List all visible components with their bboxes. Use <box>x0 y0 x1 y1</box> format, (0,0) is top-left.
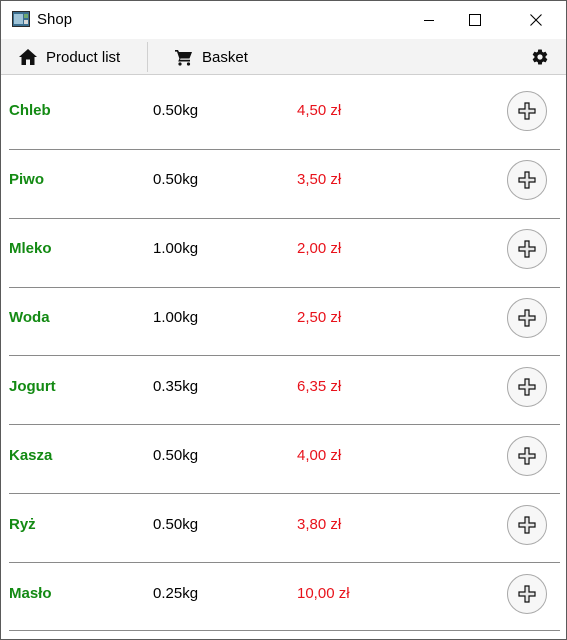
plus-icon <box>518 378 536 396</box>
row-divider <box>9 630 560 631</box>
product-price: 3,80 zł <box>297 516 342 533</box>
plus-icon <box>518 240 536 258</box>
close-button[interactable] <box>513 1 559 39</box>
settings-button[interactable] <box>529 46 551 68</box>
product-price: 3,50 zł <box>297 171 342 188</box>
product-row: Kasza 0.50kg 4,00 zł <box>1 420 566 489</box>
product-name: Masło <box>9 585 52 602</box>
home-icon <box>19 49 37 65</box>
title-bar: Shop <box>1 1 566 39</box>
product-name: Mleko <box>9 240 52 257</box>
product-weight: 0.50kg <box>153 171 199 188</box>
plus-icon <box>518 585 536 603</box>
maximize-icon <box>469 14 481 26</box>
plus-icon <box>518 309 536 327</box>
maximize-button[interactable] <box>452 1 498 39</box>
toolbar: Product list Basket <box>1 39 566 75</box>
product-price: 10,00 zł <box>297 585 350 602</box>
product-price: 4,00 zł <box>297 447 342 464</box>
product-row: Masło 0.25kg 10,00 zł <box>1 558 566 627</box>
close-icon <box>530 14 542 26</box>
product-row: Chleb 0.50kg 4,50 zł <box>1 75 566 144</box>
add-to-basket-button[interactable] <box>507 160 547 200</box>
add-to-basket-button[interactable] <box>507 298 547 338</box>
cart-icon <box>175 49 192 66</box>
add-to-basket-button[interactable] <box>507 505 547 545</box>
app-icon <box>12 11 30 27</box>
add-to-basket-button[interactable] <box>507 229 547 269</box>
product-list-button[interactable]: Product list <box>19 39 120 75</box>
product-name: Ryż <box>9 516 36 533</box>
plus-icon <box>518 447 536 465</box>
add-to-basket-button[interactable] <box>507 574 547 614</box>
product-price: 2,50 zł <box>297 309 342 326</box>
product-weight: 0.25kg <box>153 585 199 602</box>
product-weight: 1.00kg <box>153 240 199 257</box>
product-weight: 0.50kg <box>153 102 199 119</box>
product-row: Piwo 0.50kg 3,50 zł <box>1 144 566 213</box>
plus-icon <box>518 171 536 189</box>
product-list-label: Product list <box>46 48 121 66</box>
plus-icon <box>518 516 536 534</box>
plus-icon <box>518 102 536 120</box>
product-name: Jogurt <box>9 378 56 395</box>
minimize-button[interactable] <box>406 1 452 39</box>
product-price: 2,00 zł <box>297 240 342 257</box>
add-to-basket-button[interactable] <box>507 436 547 476</box>
minimize-icon <box>424 20 434 21</box>
add-to-basket-button[interactable] <box>507 91 547 131</box>
gear-icon <box>532 49 548 65</box>
product-weight: 1.00kg <box>153 309 199 326</box>
product-row: Jogurt 0.35kg 6,35 zł <box>1 351 566 420</box>
product-weight: 0.50kg <box>153 516 199 533</box>
product-row: Mleko 1.00kg 2,00 zł <box>1 213 566 282</box>
product-row: Woda 1.00kg 2,50 zł <box>1 282 566 351</box>
add-to-basket-button[interactable] <box>507 367 547 407</box>
app-window: Shop Product list Basket Chleb 0.50kg 4,… <box>0 0 567 640</box>
product-name: Kasza <box>9 447 53 464</box>
product-weight: 0.50kg <box>153 447 199 464</box>
basket-label: Basket <box>202 48 248 66</box>
product-name: Piwo <box>9 171 45 188</box>
basket-button[interactable]: Basket <box>175 39 248 75</box>
product-row: Ryż 0.50kg 3,80 zł <box>1 489 566 558</box>
product-weight: 0.35kg <box>153 378 199 395</box>
product-name: Chleb <box>9 102 51 119</box>
toolbar-divider <box>147 42 148 72</box>
product-price: 4,50 zł <box>297 102 342 119</box>
window-title: Shop <box>37 11 73 28</box>
product-name: Woda <box>9 309 50 326</box>
product-price: 6,35 zł <box>297 378 342 395</box>
